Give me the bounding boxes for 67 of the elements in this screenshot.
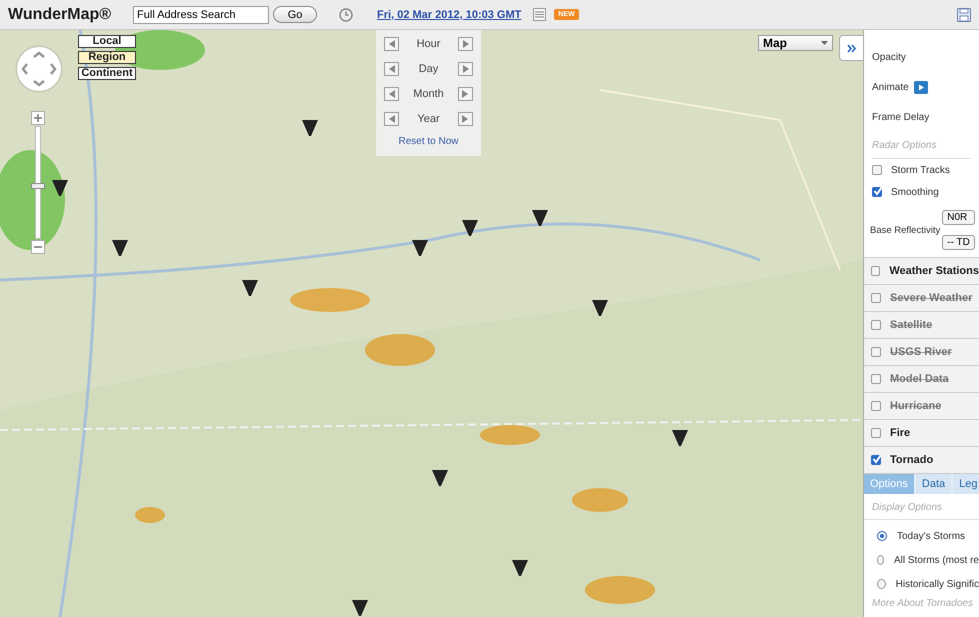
step-back-button[interactable] <box>384 37 399 51</box>
triangle-right-icon <box>462 90 468 98</box>
calendar-icon[interactable] <box>533 8 546 21</box>
go-button[interactable]: Go <box>273 6 318 23</box>
logo: WunderMap® <box>8 6 112 24</box>
step-forward-button[interactable] <box>458 87 473 101</box>
reflectivity-dropdown[interactable]: N0R <box>942 210 975 225</box>
triangle-right-icon <box>462 65 468 73</box>
layer-label[interactable]: Tornado <box>890 454 934 466</box>
radio-button[interactable] <box>877 579 886 589</box>
triangle-left-icon <box>388 115 394 123</box>
search-field[interactable]: Full Address Search <box>133 6 270 24</box>
setting-label: Animate <box>872 82 909 92</box>
time-step-label: Month <box>413 88 444 100</box>
plus-icon <box>34 114 42 122</box>
reset-link[interactable]: Reset to Now <box>384 136 473 147</box>
step-forward-button[interactable] <box>458 112 473 126</box>
scale-button[interactable]: Region <box>78 51 136 64</box>
date-link[interactable]: Fri, 02 Mar 2012, 10:03 GMT <box>377 8 522 20</box>
scale-button[interactable]: Continent <box>78 67 136 80</box>
checkbox[interactable] <box>872 165 882 175</box>
map-type-dropdown[interactable]: Map <box>758 35 833 51</box>
checkbox[interactable] <box>871 428 881 438</box>
layer-label[interactable]: Fire <box>890 427 910 439</box>
collapse-button[interactable] <box>839 35 863 61</box>
triangle-right-icon <box>462 40 468 48</box>
layer-label[interactable]: Weather Stations <box>889 265 979 277</box>
caret-icon <box>821 41 828 45</box>
play-button[interactable] <box>914 80 928 94</box>
time-step-label: Day <box>418 63 438 75</box>
section-heading: Display Options <box>864 494 979 520</box>
zoom-out-button[interactable] <box>31 240 45 254</box>
time-step-label: Hour <box>416 38 440 50</box>
tab[interactable]: Leg <box>953 474 979 494</box>
step-back-button[interactable] <box>384 112 399 126</box>
clock-icon[interactable] <box>339 8 354 22</box>
step-forward-button[interactable] <box>458 37 473 51</box>
setting-label: Base Reflectivity <box>870 224 940 236</box>
time-step-label: Year <box>417 113 440 125</box>
zoom-handle[interactable] <box>31 182 45 189</box>
setting-label: Opacity <box>872 52 906 62</box>
checkbox[interactable] <box>871 266 880 276</box>
checkbox-label: Smoothing <box>891 186 939 198</box>
checkbox-label: Storm Tracks <box>891 164 950 176</box>
tab[interactable]: Data <box>916 474 952 494</box>
radio-button[interactable] <box>877 531 887 541</box>
checkbox[interactable] <box>871 455 881 465</box>
checkbox[interactable] <box>872 187 882 197</box>
triangle-left-icon <box>388 90 394 98</box>
step-back-button[interactable] <box>384 62 399 76</box>
radio-label: Historically Signific <box>896 578 979 590</box>
triangle-right-icon <box>462 115 468 123</box>
triangle-left-icon <box>388 65 394 73</box>
zoom-in-button[interactable] <box>31 111 45 125</box>
save-icon[interactable] <box>957 8 971 22</box>
section-heading: Radar Options <box>872 140 936 150</box>
step-back-button[interactable] <box>384 87 399 101</box>
scale-button[interactable]: Local <box>78 35 136 48</box>
double-chevron-icon <box>846 44 856 52</box>
map-type-label: Map <box>763 36 787 50</box>
reflectivity-dropdown[interactable]: -- TD <box>942 235 975 250</box>
setting-label: Frame Delay <box>872 112 930 122</box>
radio-label: Today's Storms <box>897 530 966 542</box>
step-forward-button[interactable] <box>458 62 473 76</box>
radio-button[interactable] <box>877 555 884 565</box>
radio-label: All Storms (most re <box>894 554 979 566</box>
triangle-left-icon <box>388 40 394 48</box>
